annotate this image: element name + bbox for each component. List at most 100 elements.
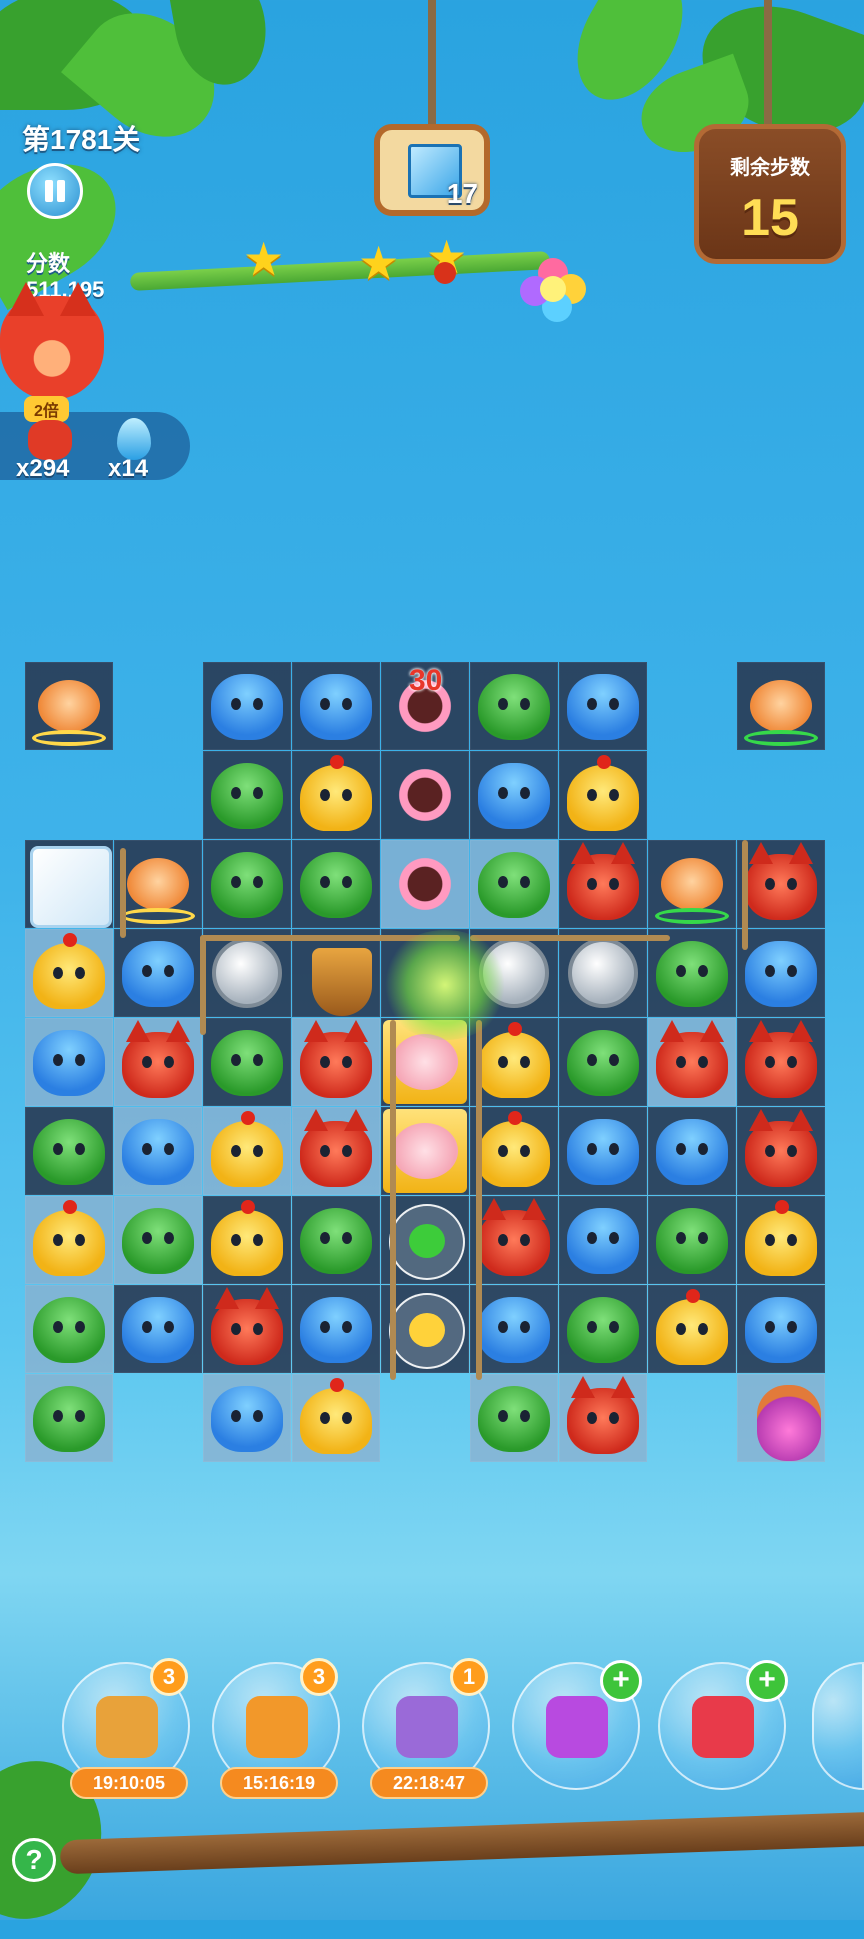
blue-hippo-piece[interactable]	[567, 1119, 639, 1185]
blue-hippo-piece[interactable]	[567, 674, 639, 740]
green-frog-piece[interactable]	[656, 941, 728, 1007]
blue-hippo-piece[interactable]	[122, 1297, 194, 1363]
shuffle-board-icon	[96, 1696, 158, 1758]
green-frog-piece[interactable]	[567, 1297, 639, 1363]
pink-bomb-blocker[interactable]	[395, 765, 455, 825]
blue-hippo-piece[interactable]	[122, 941, 194, 1007]
pig-special-piece[interactable]	[392, 1034, 458, 1090]
red-fox-piece[interactable]	[300, 1020, 372, 1098]
blue-hippo-piece[interactable]	[211, 674, 283, 740]
ice-block[interactable]	[30, 846, 112, 928]
chick-comb-icon	[330, 1378, 344, 1392]
pufferfish-collectible[interactable]	[38, 680, 100, 732]
blue-hippo-piece[interactable]	[211, 1386, 283, 1452]
blue-hippo-piece[interactable]	[300, 674, 372, 740]
green-frog-piece[interactable]	[300, 1208, 372, 1274]
blue-hippo-piece[interactable]	[122, 1119, 194, 1185]
green-frog-piece[interactable]	[478, 852, 550, 918]
blue-hippo-piece[interactable]	[656, 1119, 728, 1185]
rope-barrier	[200, 935, 206, 1035]
chick-comb-icon	[241, 1111, 255, 1125]
help-button[interactable]: ?	[12, 1838, 56, 1882]
rope-barrier	[476, 1020, 482, 1380]
yellow-chick-piece[interactable]	[211, 1200, 283, 1276]
yellow-chick-piece[interactable]	[745, 1200, 817, 1276]
green-frog-piece[interactable]	[122, 1208, 194, 1274]
bubble-piece[interactable]	[389, 1204, 465, 1280]
green-frog-piece[interactable]	[656, 1208, 728, 1274]
blue-hippo-piece[interactable]	[567, 1208, 639, 1274]
fox-ear-icon	[789, 1020, 813, 1042]
green-frog-piece[interactable]	[33, 1119, 105, 1185]
goal-panel: 17	[374, 124, 490, 216]
yellow-chick-piece[interactable]	[211, 1111, 283, 1187]
fox-collect-icon	[28, 420, 72, 460]
pink-bomb-blocker[interactable]	[395, 854, 455, 914]
blue-hippo-piece[interactable]	[745, 1297, 817, 1363]
green-frog-piece[interactable]	[300, 852, 372, 918]
booster-add-button[interactable]: +	[746, 1660, 788, 1702]
green-frog-piece[interactable]	[211, 1030, 283, 1096]
red-fox-piece[interactable]	[567, 1376, 639, 1454]
rope-barrier	[120, 848, 126, 938]
moves-panel: 剩余步数 15	[694, 124, 846, 264]
fox-ear-icon	[749, 1020, 773, 1042]
blue-hippo-piece[interactable]	[745, 941, 817, 1007]
booster-add-button[interactable]: +	[600, 1660, 642, 1702]
silver-coin-blocker[interactable]	[568, 938, 638, 1008]
booster-timer: 19:10:05	[70, 1767, 188, 1799]
green-frog-piece[interactable]	[567, 1030, 639, 1096]
potion-bottle-icon[interactable]	[757, 1385, 821, 1461]
yellow-chick-piece[interactable]	[478, 1022, 550, 1098]
green-frog-piece[interactable]	[33, 1297, 105, 1363]
blue-hippo-piece[interactable]	[478, 763, 550, 829]
green-frog-piece[interactable]	[211, 763, 283, 829]
yellow-chick-piece[interactable]	[300, 755, 372, 831]
silver-coin-blocker[interactable]	[212, 938, 282, 1008]
pig-special-piece[interactable]	[392, 1123, 458, 1179]
portal-ring	[121, 908, 195, 924]
red-fox-piece[interactable]	[211, 1287, 283, 1365]
yellow-chick-piece[interactable]	[656, 1289, 728, 1365]
green-frog-piece[interactable]	[478, 1386, 550, 1452]
red-fox-piece[interactable]	[567, 842, 639, 920]
yellow-chick-piece[interactable]	[33, 1200, 105, 1276]
chick-comb-icon	[330, 755, 344, 769]
red-fox-piece[interactable]	[122, 1020, 194, 1098]
pufferfish-collectible[interactable]	[750, 680, 812, 732]
yellow-chick-piece[interactable]	[33, 933, 105, 1009]
booster-count-badge: 3	[150, 1658, 188, 1696]
bubble-piece[interactable]	[389, 1293, 465, 1369]
pufferfish-collectible[interactable]	[661, 858, 723, 910]
green-frog-piece[interactable]	[211, 852, 283, 918]
progress-star-icon: ★	[358, 237, 400, 289]
fox-ear-icon	[611, 1376, 635, 1398]
red-fox-piece[interactable]	[745, 1109, 817, 1187]
shield-blocker-icon[interactable]	[312, 948, 372, 1016]
pufferfish-collectible[interactable]	[127, 858, 189, 910]
vertical-rocket-icon	[692, 1696, 754, 1758]
red-fox-piece[interactable]	[478, 1198, 550, 1276]
blue-hippo-piece[interactable]	[300, 1297, 372, 1363]
red-fox-piece[interactable]	[300, 1109, 372, 1187]
yellow-chick-piece[interactable]	[567, 755, 639, 831]
red-fox-piece[interactable]	[656, 1020, 728, 1098]
red-fox-piece[interactable]	[745, 1020, 817, 1098]
blocker-counter: 30	[409, 664, 443, 697]
booster-timer: 15:16:19	[220, 1767, 338, 1799]
swap-pieces-icon	[396, 1696, 458, 1758]
yellow-chick-piece[interactable]	[300, 1378, 372, 1454]
fox-ear-icon	[789, 842, 813, 864]
booster-more-button[interactable]	[812, 1662, 864, 1790]
blue-hippo-piece[interactable]	[33, 1030, 105, 1096]
fox-ear-icon	[482, 1198, 506, 1220]
pause-button[interactable]	[27, 163, 83, 219]
green-frog-piece[interactable]	[33, 1386, 105, 1452]
red-fox-piece[interactable]	[745, 842, 817, 920]
wooden-branch	[59, 1811, 864, 1875]
green-frog-piece[interactable]	[478, 674, 550, 740]
blue-hippo-piece[interactable]	[478, 1297, 550, 1363]
yellow-chick-piece[interactable]	[478, 1111, 550, 1187]
chick-comb-icon	[775, 1200, 789, 1214]
rope-barrier	[560, 935, 660, 941]
